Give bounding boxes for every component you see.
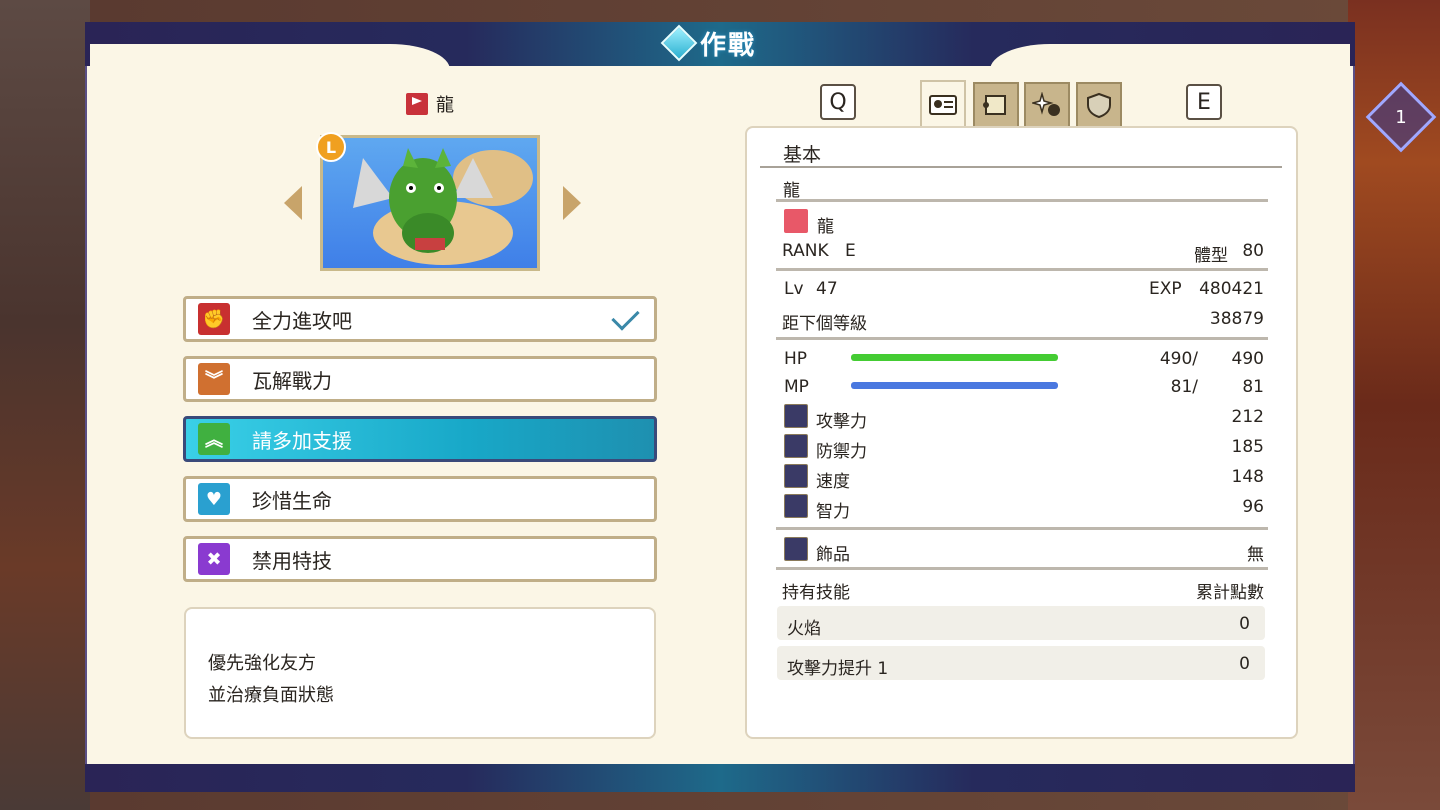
next-monster-arrow-icon[interactable]	[563, 186, 581, 220]
mp-label: MP	[784, 377, 809, 397]
mp-max: 81	[1242, 377, 1264, 397]
level-label: Lv	[784, 279, 804, 299]
page-title: 作戰	[660, 24, 757, 62]
tactic-label: 珍惜生命	[252, 488, 332, 513]
fist-icon: ✊	[198, 303, 230, 335]
section-title: 基本	[783, 144, 822, 166]
double-chevron-down-icon: ︾	[198, 363, 230, 395]
tab-basic[interactable]	[920, 80, 966, 128]
next-tab-key[interactable]: E	[1186, 84, 1222, 120]
accessory-value: 無	[1247, 545, 1264, 565]
level-value: 47	[816, 279, 838, 299]
hp-max: 490	[1231, 349, 1264, 369]
divider	[776, 567, 1268, 570]
skills-label: 持有技能	[782, 583, 850, 603]
shield-icon	[1087, 92, 1111, 118]
double-chevron-up-icon: ︽	[198, 423, 230, 455]
mp-current: 81/	[1170, 377, 1198, 397]
skill-points: 0	[1239, 614, 1250, 634]
next-level-label: 距下個等級	[782, 314, 867, 334]
exp-label: EXP	[1149, 279, 1182, 299]
feather-gem-icon	[660, 24, 698, 62]
cross-pattern-icon: ✖	[198, 543, 230, 575]
shield-stat-icon	[784, 434, 808, 458]
tactic-label: 瓦解戰力	[252, 368, 332, 393]
tab-traits[interactable]	[1024, 82, 1070, 126]
rank-badge: L	[316, 132, 346, 162]
skill-points: 0	[1239, 654, 1250, 674]
monster-portrait	[320, 135, 540, 271]
prev-tab-key[interactable]: Q	[820, 84, 856, 120]
tactic-no-skills[interactable]: ✖ 禁用特技	[183, 536, 657, 582]
header-curve-left	[90, 44, 450, 70]
accessory-label: 飾品	[816, 545, 850, 565]
tactic-label: 禁用特技	[252, 548, 332, 573]
heart-icon: ♥	[198, 483, 230, 515]
next-level-value: 38879	[1209, 309, 1264, 329]
description-line: 並治療負面狀態	[208, 685, 334, 706]
monster-name-text: 龍	[436, 95, 454, 116]
mp-bar	[851, 382, 1058, 389]
skill-row[interactable]	[777, 606, 1265, 640]
attack-value: 212	[1231, 407, 1264, 427]
tactic-label: 請多加支援	[252, 428, 352, 453]
background-left	[0, 0, 90, 810]
rank-value: E	[845, 241, 856, 261]
hp-bar	[851, 354, 1058, 361]
points-label: 累計點數	[1196, 583, 1264, 603]
attack-label: 攻擊力	[816, 412, 867, 432]
tab-resistance[interactable]	[1076, 82, 1122, 126]
speed-value: 148	[1231, 467, 1264, 487]
header-curve-right	[990, 44, 1350, 70]
skill-name: 攻擊力提升 1	[787, 659, 889, 679]
rank-label: RANK	[782, 241, 829, 261]
size-label: 體型	[1194, 246, 1228, 266]
description-line: 優先強化友方	[208, 653, 316, 674]
size-value: 80	[1242, 241, 1264, 261]
intelligence-label: 智力	[816, 502, 850, 522]
boot-icon	[784, 464, 808, 488]
monster-name: 龍	[406, 91, 454, 117]
scroll-icon	[983, 95, 1006, 115]
tactic-support[interactable]: ︽ 請多加支援	[183, 416, 657, 462]
prev-monster-arrow-icon[interactable]	[284, 186, 302, 220]
tactic-attack[interactable]: ✊ 全力進攻吧	[183, 296, 657, 342]
dragon-image	[353, 148, 533, 265]
flag-icon	[406, 93, 428, 115]
divider	[776, 199, 1268, 202]
tactic-label: 全力進攻吧	[252, 308, 352, 333]
family-value: 龍	[817, 217, 834, 237]
check-icon	[611, 302, 640, 331]
tactic-disrupt[interactable]: ︾ 瓦解戰力	[183, 356, 657, 402]
turn-number: 1	[1395, 106, 1407, 128]
speed-label: 速度	[816, 472, 850, 492]
section-divider	[760, 166, 1282, 168]
hp-current: 490/	[1159, 349, 1198, 369]
divider	[776, 268, 1268, 271]
intelligence-value: 96	[1242, 497, 1264, 517]
defense-value: 185	[1231, 437, 1264, 457]
id-card-icon	[929, 95, 957, 115]
skill-name: 火焰	[787, 619, 821, 639]
footer-band	[85, 764, 1355, 792]
sword-icon	[784, 404, 808, 428]
ring-icon	[784, 537, 808, 561]
hp-label: HP	[784, 349, 808, 369]
monster-name-field: 龍	[783, 181, 800, 201]
divider	[776, 527, 1268, 530]
title-text: 作戰	[700, 30, 757, 61]
divider	[776, 337, 1268, 340]
sparkle-icon	[1032, 92, 1060, 116]
tactic-cherish-life[interactable]: ♥ 珍惜生命	[183, 476, 657, 522]
tactic-description: 優先強化友方 並治療負面狀態	[184, 607, 656, 739]
dragon-family-icon	[784, 209, 808, 233]
graduation-cap-icon	[784, 494, 808, 518]
tab-skills[interactable]	[973, 82, 1019, 126]
defense-label: 防禦力	[816, 442, 867, 462]
exp-value: 480421	[1199, 279, 1264, 299]
